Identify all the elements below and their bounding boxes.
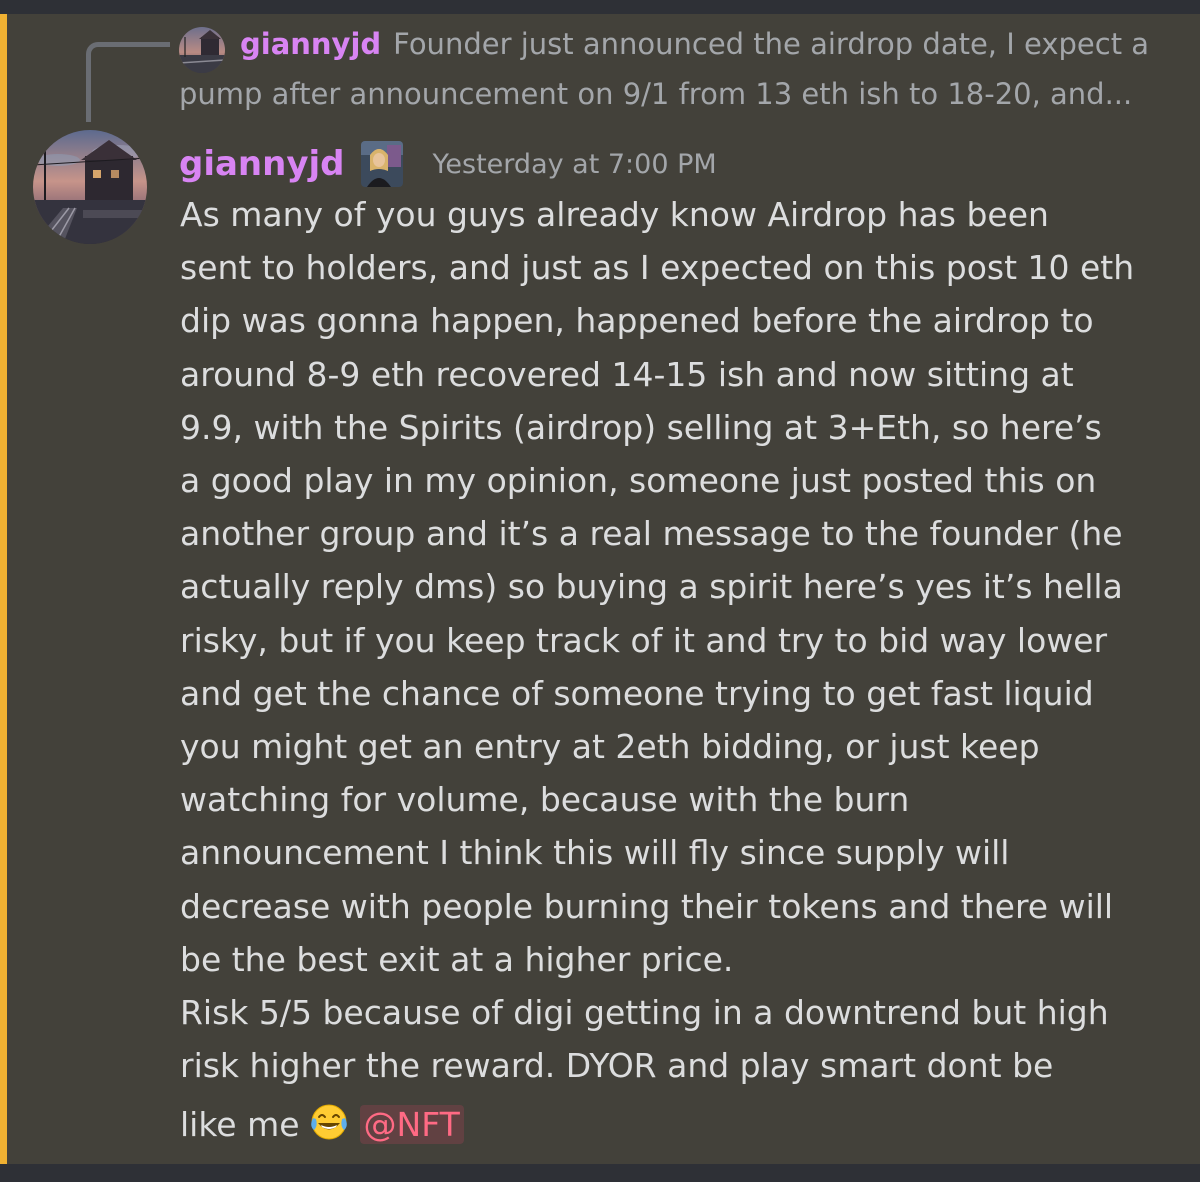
reply-avatar-image — [179, 27, 225, 73]
reply-author[interactable]: giannyjd — [240, 27, 381, 61]
message-line: be the best exit at a higher price. — [180, 939, 734, 979]
message-line: a good play in my opinion, someone just … — [180, 461, 1097, 501]
joy-emoji-icon[interactable] — [308, 1098, 350, 1164]
reply-preview[interactable]: giannyjd Founder just announced the airdr… — [240, 22, 1190, 66]
joy-emoji-image — [310, 1104, 347, 1140]
message-line: around 8-9 eth recovered 14-15 ish and n… — [180, 354, 1074, 394]
message-content: As many of you guys already know Airdrop… — [180, 188, 1180, 1164]
author-avatar-image — [33, 130, 147, 244]
message-line: 9.9, with the Spirits (airdrop) selling … — [180, 407, 1102, 447]
message-line: actually reply dms) so buying a spirit h… — [180, 567, 1123, 607]
message-line-last: like me @NFT — [180, 1092, 1180, 1164]
reply-preview-text: Founder just announced the airdrop date,… — [393, 27, 1150, 61]
message-line: watching for volume, because with the bu… — [180, 780, 910, 820]
reply-avatar[interactable] — [179, 27, 225, 73]
bottom-divider — [0, 1164, 1200, 1182]
author-name[interactable]: giannyjd — [179, 144, 345, 184]
message-view: giannyjd Founder just announced the airdr… — [0, 0, 1200, 1182]
author-avatar[interactable] — [33, 130, 147, 244]
reply-preview-text-continued: pump after announcement on 9/1 from 13 e… — [179, 77, 1133, 111]
message-line: decrease with people burning their token… — [180, 886, 1114, 926]
message-line: risky, but if you keep track of it and t… — [180, 620, 1108, 660]
user-mention[interactable]: @NFT — [359, 1105, 464, 1145]
message-line: As many of you guys already know Airdrop… — [180, 195, 1049, 234]
message-header: giannyjd Yesterday at 7:00 PM — [179, 136, 717, 192]
message-line: dip was gonna happen, happened before th… — [180, 301, 1094, 341]
role-icon-image — [360, 141, 403, 187]
reply-connector — [86, 42, 170, 122]
message-line: you might get an entry at 2eth bidding, … — [180, 727, 1040, 767]
message-line: sent to holders, and just as I expected … — [180, 248, 1135, 288]
message-line: and get the chance of someone trying to … — [180, 673, 1094, 713]
top-divider — [0, 0, 1200, 14]
message-line-text: like me — [180, 1105, 300, 1145]
message-line: another group and it’s a real message to… — [180, 514, 1123, 554]
mention-highlight-bar — [0, 14, 7, 1164]
message-line: announcement I think this will fly since… — [180, 833, 1010, 873]
role-icon[interactable] — [360, 141, 403, 187]
message-line: Risk 5/5 because of digi getting in a do… — [180, 993, 1109, 1033]
message-line: risk higher the reward. DYOR and play sm… — [180, 1046, 1054, 1086]
message-timestamp[interactable]: Yesterday at 7:00 PM — [433, 149, 717, 180]
